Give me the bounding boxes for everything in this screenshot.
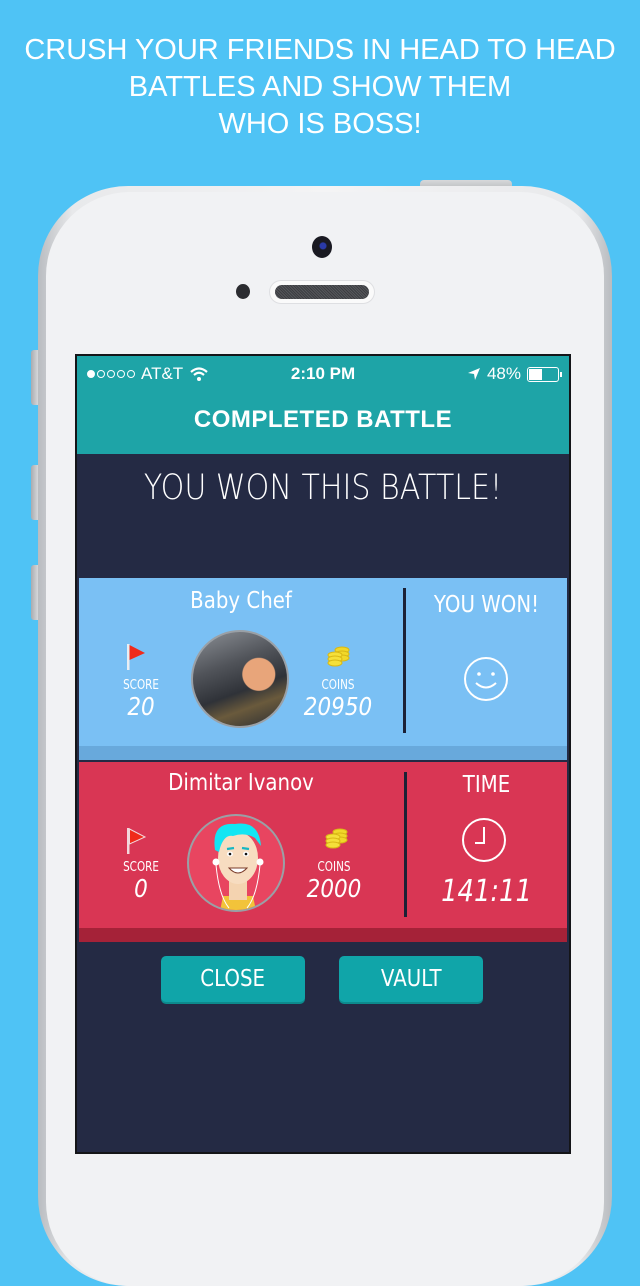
coins-value: 20950 bbox=[303, 692, 373, 721]
close-button[interactable]: CLOSE bbox=[161, 956, 305, 1002]
vault-button[interactable]: VAULT bbox=[339, 956, 483, 1002]
promo-headline: CRUSH YOUR FRIENDS IN HEAD TO HEAD BATTL… bbox=[0, 32, 640, 143]
promo-line: CRUSH YOUR FRIENDS IN HEAD TO HEAD bbox=[24, 34, 616, 66]
promo-line: WHO IS BOSS! bbox=[218, 108, 422, 140]
coins-icon bbox=[325, 828, 348, 849]
app-screen: AT&T 2:10 PM 48% COMPLETED BATTLE YOU WO… bbox=[75, 354, 571, 1154]
score-label: SCORE bbox=[123, 860, 159, 875]
vault-button-label: VAULT bbox=[380, 966, 442, 992]
front-camera-icon bbox=[312, 236, 332, 258]
player-score: SCORE 20 bbox=[109, 678, 173, 721]
battery-icon bbox=[527, 366, 562, 382]
outcome-label: YOU WON! bbox=[433, 592, 540, 618]
app-header: AT&T 2:10 PM 48% COMPLETED BATTLE bbox=[77, 356, 569, 454]
status-bar: AT&T 2:10 PM 48% bbox=[77, 362, 569, 388]
battery-percent: 48% bbox=[486, 364, 521, 383]
page-title: COMPLETED BATTLE bbox=[193, 406, 453, 433]
coins-value: 2000 bbox=[306, 874, 362, 903]
card-divider bbox=[403, 588, 406, 733]
flag-icon bbox=[127, 644, 145, 670]
score-value: 20 bbox=[127, 692, 155, 721]
player-coins: COINS 20950 bbox=[295, 678, 381, 721]
score-label: SCORE bbox=[123, 678, 159, 693]
promo-line: BATTLES AND SHOW THEM bbox=[128, 71, 512, 103]
smiley-icon bbox=[464, 657, 508, 701]
battery-level bbox=[529, 368, 542, 380]
time-value: 141:11 bbox=[441, 874, 532, 909]
time-label: TIME bbox=[462, 772, 511, 798]
opponent-score: SCORE 0 bbox=[109, 860, 173, 903]
player-name: Baby Chef bbox=[190, 588, 292, 614]
player-avatar bbox=[191, 630, 289, 728]
cartoon-avatar-illustration bbox=[212, 823, 264, 910]
coins-label: COINS bbox=[321, 678, 355, 693]
player-card: Baby Chef SCORE 20 COINS 20950 YOU WON! bbox=[79, 578, 567, 760]
proximity-sensor bbox=[236, 284, 250, 299]
flag-icon bbox=[127, 828, 147, 854]
card-footer-strip bbox=[79, 746, 567, 760]
opponent-name: Dimitar Ivanov bbox=[168, 770, 314, 796]
opponent-card: Dimitar Ivanov SCORE 0 COINS 2000 TIME 1… bbox=[79, 762, 567, 942]
coins-label: COINS bbox=[317, 860, 351, 875]
opponent-coins: COINS 2000 bbox=[291, 860, 377, 903]
close-button-label: CLOSE bbox=[200, 966, 266, 992]
clock-icon bbox=[462, 818, 506, 862]
card-divider bbox=[404, 772, 407, 917]
earpiece-speaker bbox=[270, 281, 374, 303]
score-value: 0 bbox=[134, 874, 148, 903]
coins-icon bbox=[327, 646, 350, 667]
card-footer-strip bbox=[79, 928, 567, 942]
result-banner: YOU WON THIS BATTLE! bbox=[143, 468, 503, 508]
opponent-avatar bbox=[187, 814, 285, 912]
location-arrow-icon bbox=[467, 368, 480, 380]
